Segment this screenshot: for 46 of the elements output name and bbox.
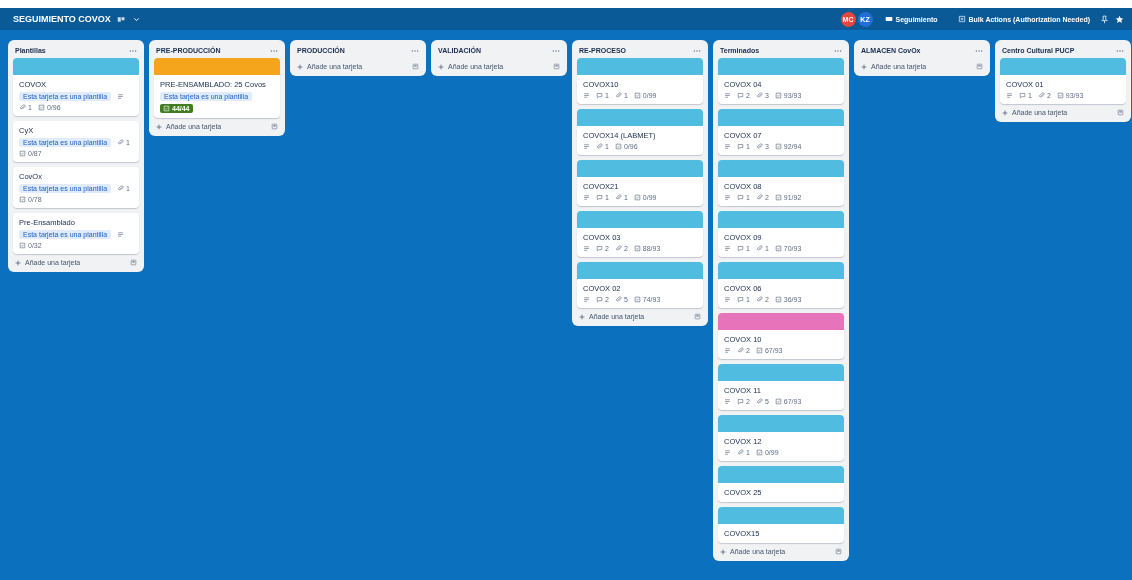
plus-icon	[720, 548, 726, 555]
more-icon[interactable]	[270, 48, 278, 53]
description-badge	[583, 194, 590, 201]
description-badge	[583, 143, 590, 150]
description-badge	[117, 231, 125, 238]
description-badge	[583, 245, 590, 252]
description-badge	[724, 245, 731, 252]
description-badge	[724, 296, 731, 303]
list-icon	[957, 15, 966, 23]
star-icon[interactable]	[1115, 14, 1124, 24]
plus-icon	[1002, 109, 1008, 116]
plus-icon	[438, 63, 444, 70]
more-icon[interactable]	[834, 48, 842, 53]
card-icon	[884, 15, 893, 23]
description-badge	[724, 92, 731, 99]
description-badge	[724, 143, 731, 150]
description-badge	[117, 93, 125, 100]
more-icon[interactable]	[552, 48, 560, 53]
template-icon[interactable]	[1117, 109, 1124, 116]
board-icon[interactable]	[116, 14, 126, 24]
plus-icon	[579, 313, 585, 320]
template-icon[interactable]	[412, 63, 419, 70]
template-icon[interactable]	[976, 63, 983, 70]
template-icon[interactable]	[553, 63, 560, 70]
more-icon[interactable]	[1116, 48, 1124, 53]
pin-icon[interactable]	[1100, 14, 1109, 24]
template-icon[interactable]	[835, 548, 842, 555]
board-title[interactable]: SEGUIMIENTO COVOX	[13, 14, 111, 24]
description-badge	[724, 398, 731, 405]
plus-icon	[861, 63, 867, 70]
more-icon[interactable]	[411, 48, 419, 53]
description-badge	[583, 92, 590, 99]
more-icon[interactable]	[975, 48, 983, 53]
more-icon[interactable]	[693, 48, 701, 53]
plus-icon	[297, 63, 303, 70]
description-badge	[724, 449, 731, 456]
description-badge	[1006, 92, 1013, 99]
description-badge	[724, 194, 731, 201]
description-badge	[724, 347, 731, 354]
more-icon[interactable]	[129, 48, 137, 53]
plus-icon	[156, 123, 162, 130]
template-icon[interactable]	[271, 123, 278, 130]
description-badge	[583, 296, 590, 303]
plus-icon	[15, 259, 21, 266]
template-icon[interactable]	[694, 313, 701, 320]
template-icon[interactable]	[130, 259, 137, 266]
